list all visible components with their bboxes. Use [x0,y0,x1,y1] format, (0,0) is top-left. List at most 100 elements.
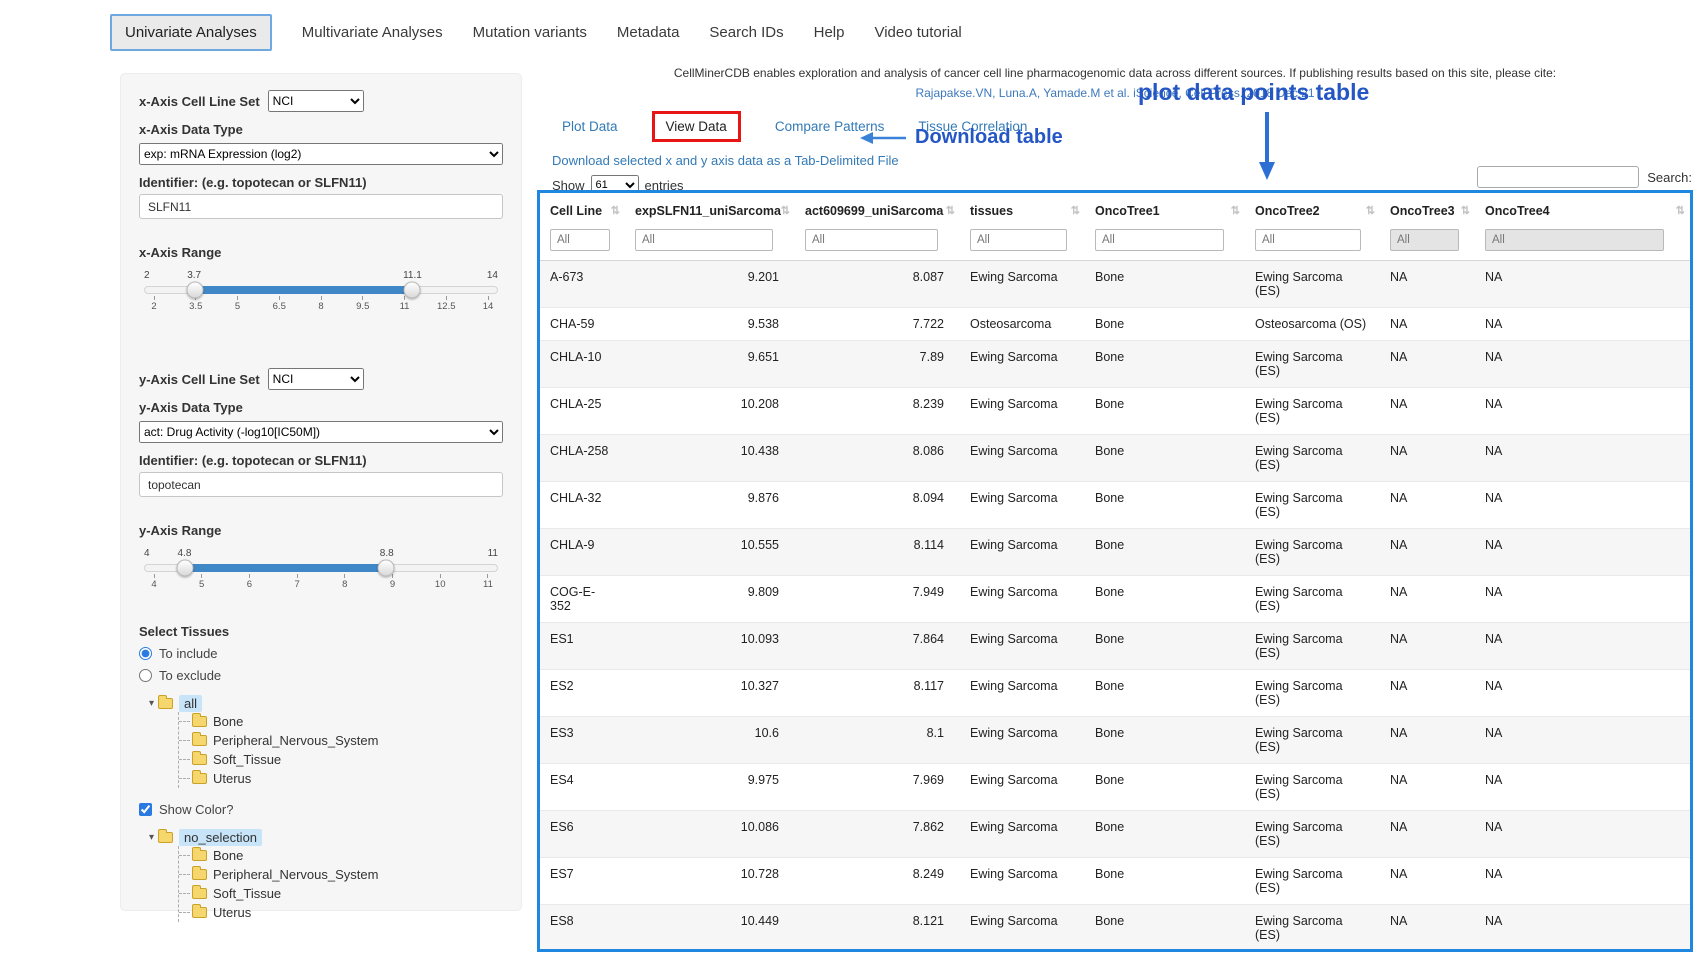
x-range-slider[interactable]: 2 3.7 11.1 14 23.556.589.51112.514 [144,270,498,312]
sort-icon[interactable]: ⇅ [1366,204,1375,217]
folder-icon [158,832,173,843]
tree-expander-icon[interactable]: ▾ [149,698,154,709]
slider-tick-label: 4 [151,579,156,590]
column-filter-tissues[interactable] [970,229,1067,251]
column-filter-oncotree2[interactable] [1255,229,1361,251]
tab-mutation-variants[interactable]: Mutation variants [473,22,587,43]
tree-item-soft-tissue[interactable]: Soft_Tissue [179,750,503,769]
include-radio[interactable] [139,647,152,660]
column-header-oncotree4[interactable]: OncoTree4⇅ [1475,193,1690,227]
slider-tick-label: 6.5 [273,301,286,312]
sort-icon[interactable]: ⇅ [781,204,790,217]
column-filter-cell-line[interactable] [550,229,610,251]
subtab-view-data[interactable]: View Data [652,111,741,142]
slider-handle-high[interactable] [378,560,395,577]
citation-text: CellMinerCDB enables exploration and ana… [537,66,1693,80]
table-row-chla-10: CHLA-109.6517.89Ewing SarcomaBoneEwing S… [540,341,1690,388]
y-data-type-select[interactable]: act: Drug Activity (-log10[IC50M]) [139,421,503,443]
sort-icon[interactable]: ⇅ [946,204,955,217]
tree-item-uterus[interactable]: Uterus [179,769,503,788]
subtab-compare-patterns[interactable]: Compare Patterns [775,119,885,134]
y-cell-line-set-label: y-Axis Cell Line Set [139,372,260,387]
data-table-panel: Cell Line⇅expSLFN11_uniSarcoma⇅act609699… [537,190,1693,952]
citation-link[interactable]: Rajapakse.VN, Luna.A, Yamade.M et al. iS… [537,86,1693,100]
folder-icon [192,735,207,746]
tab-metadata[interactable]: Metadata [617,22,680,43]
y-data-type-label: y-Axis Data Type [139,400,503,415]
show-color-option[interactable]: Show Color? [139,802,503,817]
down-arrow-icon [1256,112,1278,182]
slider-tick-label: 2 [151,301,156,312]
tree-item-peripheral-nervous-system[interactable]: Peripheral_Nervous_System [179,731,503,750]
tree-root-no-selection[interactable]: ▾no_selection [149,829,503,846]
tab-univariate-analyses[interactable]: Univariate Analyses [110,14,272,51]
sort-icon[interactable]: ⇅ [611,204,620,217]
tissue-exclude-option[interactable]: To exclude [139,668,503,683]
tree-item-soft-tissue[interactable]: Soft_Tissue [179,884,503,903]
y-identifier-input[interactable] [139,472,503,497]
include-radio-label: To include [159,646,218,661]
tab-multivariate-analyses[interactable]: Multivariate Analyses [302,22,443,43]
y-cell-line-set-select[interactable]: NCI [268,368,364,390]
slider-high-value: 11.1 [403,270,422,281]
table-row-es8: ES810.4498.121Ewing SarcomaBoneEwing Sar… [540,905,1690,952]
tree-root-all[interactable]: ▾all [149,695,503,712]
x-identifier-input[interactable] [139,194,503,219]
tab-search-ids[interactable]: Search IDs [709,22,783,43]
y-range-slider[interactable]: 4 4.8 8.8 11 4567891011 [144,548,498,590]
slider-handle-low[interactable] [177,560,194,577]
column-header-oncotree2[interactable]: OncoTree2⇅ [1245,193,1380,227]
column-header-oncotree3[interactable]: OncoTree3⇅ [1380,193,1475,227]
column-filter-expslfn11-unisarcoma[interactable] [635,229,773,251]
select-tissues-label: Select Tissues [139,624,503,639]
tree-expander-icon[interactable]: ▾ [149,832,154,843]
subtab-plot-data[interactable]: Plot Data [562,119,618,134]
column-header-cell-line[interactable]: Cell Line⇅ [540,193,625,227]
tab-video-tutorial[interactable]: Video tutorial [874,22,961,43]
slider-high-value: 8.8 [380,548,394,559]
slider-tick-label: 10 [435,579,446,590]
column-filter-oncotree4[interactable] [1485,229,1664,251]
column-header-expslfn11-unisarcoma[interactable]: expSLFN11_uniSarcoma⇅ [625,193,795,227]
tree-item-bone[interactable]: Bone [179,846,503,865]
tree-item-peripheral-nervous-system[interactable]: Peripheral_Nervous_System [179,865,503,884]
column-header-oncotree1[interactable]: OncoTree1⇅ [1085,193,1245,227]
download-link[interactable]: Download selected x and y axis data as a… [552,153,899,168]
show-color-checkbox[interactable] [139,803,152,816]
column-header-tissues[interactable]: tissues⇅ [960,193,1085,227]
search-input[interactable] [1477,166,1639,188]
table-row-ew8: EW89.6778.082Ewing SarcomaBoneEwing Sarc… [540,952,1690,953]
sort-icon[interactable]: ⇅ [1461,204,1470,217]
table-row-a-673: A-6739.2018.087Ewing SarcomaBoneEwing Sa… [540,261,1690,308]
column-filter-oncotree1[interactable] [1095,229,1224,251]
subtab-tissue-correlation[interactable]: Tissue Correlation [918,119,1027,134]
slider-track[interactable] [144,564,498,572]
sort-icon[interactable]: ⇅ [1231,204,1240,217]
table-row-chla-32: CHLA-329.8768.094Ewing SarcomaBoneEwing … [540,482,1690,529]
x-range-label: x-Axis Range [139,245,503,260]
control-panel: x-Axis Cell Line Set NCI x-Axis Data Typ… [120,73,522,911]
column-filter-oncotree3[interactable] [1390,229,1459,251]
x-cell-line-set-select[interactable]: NCI [268,90,364,112]
y-identifier-label: Identifier: (e.g. topotecan or SLFN11) [139,453,503,468]
sort-icon[interactable]: ⇅ [1071,204,1080,217]
slider-track[interactable] [144,286,498,294]
table-filter-row [540,227,1690,261]
folder-icon [192,716,207,727]
slider-tick-label: 6 [247,579,252,590]
folder-icon [192,850,207,861]
tissue-include-option[interactable]: To include [139,646,503,661]
column-header-act609699-unisarcoma[interactable]: act609699_uniSarcoma⇅ [795,193,960,227]
sort-icon[interactable]: ⇅ [1676,204,1685,217]
slider-min-label: 2 [144,270,150,281]
x-data-type-select[interactable]: exp: mRNA Expression (log2) [139,143,503,165]
tree-item-uterus[interactable]: Uterus [179,903,503,922]
tree-item-bone[interactable]: Bone [179,712,503,731]
exclude-radio[interactable] [139,669,152,682]
slider-handle-high[interactable] [403,282,420,299]
slider-low-value: 4.8 [178,548,192,559]
column-filter-act609699-unisarcoma[interactable] [805,229,938,251]
slider-handle-low[interactable] [186,282,203,299]
tab-help[interactable]: Help [814,22,845,43]
x-data-type-label: x-Axis Data Type [139,122,503,137]
